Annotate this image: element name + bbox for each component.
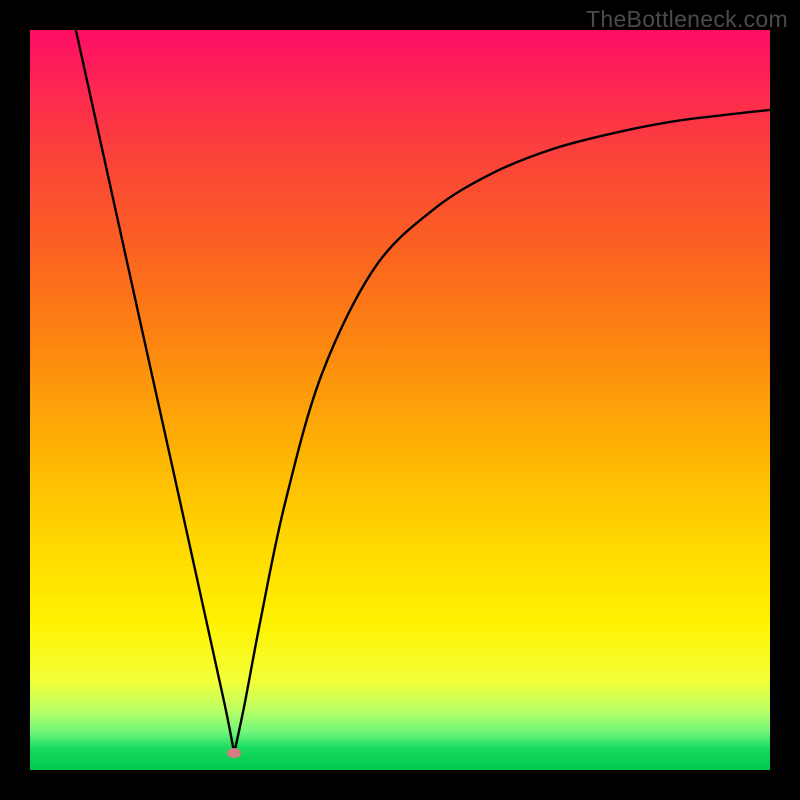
minimum-marker-dot bbox=[227, 748, 241, 758]
curve-path bbox=[76, 30, 770, 753]
chart-curve bbox=[30, 30, 770, 770]
watermark-text: TheBottleneck.com bbox=[586, 6, 788, 33]
chart-plot-area bbox=[30, 30, 770, 770]
